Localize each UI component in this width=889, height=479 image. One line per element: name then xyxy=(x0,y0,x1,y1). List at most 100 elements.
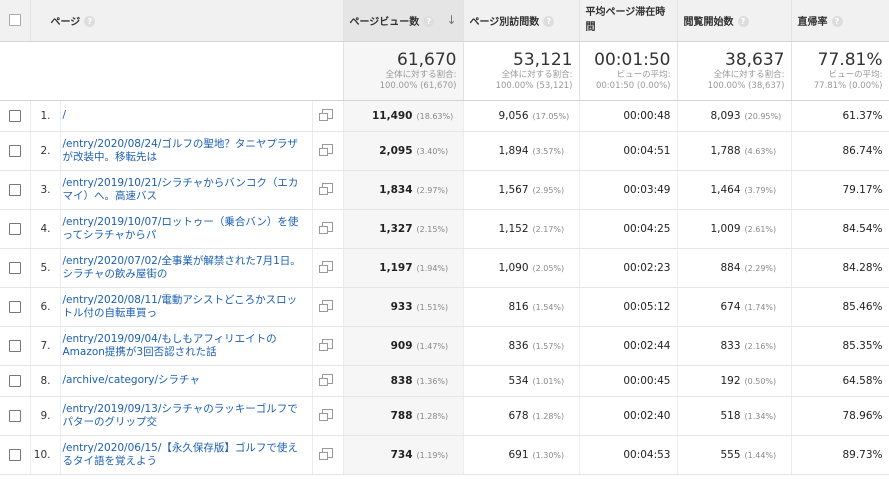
avg-time-cell: 00:00:48 xyxy=(579,100,678,132)
open-in-new-window-icon[interactable] xyxy=(319,144,333,156)
open-in-new-window-icon[interactable] xyxy=(319,374,333,386)
row-checkbox-cell[interactable] xyxy=(0,131,31,171)
avg-time-cell: 00:00:45 xyxy=(579,365,678,397)
help-icon[interactable]: ? xyxy=(831,16,843,28)
entrances-cell: 192 (0.50%) xyxy=(677,365,792,397)
open-page-cell[interactable] xyxy=(312,396,344,436)
open-page-cell[interactable] xyxy=(312,365,344,397)
open-in-new-window-icon[interactable] xyxy=(319,448,333,460)
row-checkbox[interactable] xyxy=(8,109,21,122)
col-pageviews-header[interactable]: ページビュー数? ↓ xyxy=(343,0,464,42)
page-path-cell: /entry/2020/08/11/電動アシストどころかスロットル付の自転車買っ xyxy=(60,287,313,327)
page-path-cell: /entry/2019/09/04/もしもアフィリエイトのAmazon提携が3回… xyxy=(60,326,313,366)
open-page-cell[interactable] xyxy=(312,326,344,366)
unique-percent: (1.54%) xyxy=(532,302,565,312)
header-select-all[interactable] xyxy=(0,0,31,42)
row-checkbox-cell[interactable] xyxy=(0,100,31,132)
open-page-cell[interactable] xyxy=(312,287,344,327)
unique-pageviews-cell: 1,090 (2.05%) xyxy=(463,248,580,288)
row-rank: 5. xyxy=(30,248,61,288)
row-checkbox[interactable] xyxy=(8,409,21,422)
page-path-cell: /entry/2020/08/24/ゴルフの聖地？タニヤプラザが改装中。移転先は xyxy=(60,131,313,171)
sort-desc-icon[interactable]: ↓ xyxy=(446,13,456,27)
col-unique-pageviews-header[interactable]: ページ別訪問数? xyxy=(463,0,580,42)
unique-pageviews-cell: 1,152 (2.17%) xyxy=(463,209,580,249)
table-body: 1./ 11,490 (18.63%) 9,056 (17.05%) 00:00:48 8,… xyxy=(0,100,889,475)
page-path-link[interactable]: /entry/2020/07/02/全事業が解禁された7月1日。シラチャの飲み屋… xyxy=(63,255,308,281)
row-rank: 2. xyxy=(30,131,61,171)
select-all-checkbox[interactable] xyxy=(8,14,21,27)
page-path-link[interactable]: /entry/2019/09/13/シラチャのラッキーゴルフでパターのグリップ交 xyxy=(63,403,308,429)
row-checkbox-cell[interactable] xyxy=(0,170,31,210)
col-page-header[interactable]: ページ? xyxy=(30,0,344,42)
open-page-cell[interactable] xyxy=(312,131,344,171)
open-in-new-window-icon[interactable] xyxy=(319,222,333,234)
row-checkbox-cell[interactable] xyxy=(0,209,31,249)
header-row: ページ? ページビュー数? ↓ ページ別訪問数? 平均ページ滞在時間 閲覧開始数?… xyxy=(0,0,889,42)
bounce-rate-cell: 86.74% xyxy=(791,131,889,171)
page-path-link[interactable]: /entry/2020/06/15/【永久保存版】ゴルフで使えるタイ語を覚えよう xyxy=(63,442,308,468)
entrances-percent: (1.34%) xyxy=(744,411,777,421)
unique-percent: (3.57%) xyxy=(532,146,565,156)
open-page-cell[interactable] xyxy=(312,100,344,132)
unique-percent: (2.17%) xyxy=(532,224,565,234)
total-unique-pageviews: 53,121 全体に対する割合: 100.00% (53,121) xyxy=(463,41,580,101)
avg-time-cell: 00:02:23 xyxy=(579,248,678,288)
row-checkbox-cell[interactable] xyxy=(0,287,31,327)
row-rank: 10. xyxy=(30,435,61,475)
row-checkbox[interactable] xyxy=(8,183,21,196)
col-entrances-header[interactable]: 閲覧開始数? xyxy=(677,0,792,42)
pageviews-percent: (18.63%) xyxy=(416,111,454,121)
entrances-percent: (2.16%) xyxy=(744,341,777,351)
pageviews-cell: 1,327 (2.15%) xyxy=(343,209,464,249)
bounce-rate-cell: 85.46% xyxy=(791,287,889,327)
page-path-link[interactable]: /entry/2019/09/04/もしもアフィリエイトのAmazon提携が3回… xyxy=(63,333,308,359)
row-checkbox-cell[interactable] xyxy=(0,435,31,475)
page-path-link[interactable]: /archive/category/シラチャ xyxy=(63,374,308,387)
row-checkbox[interactable] xyxy=(8,300,21,313)
open-page-cell[interactable] xyxy=(312,209,344,249)
row-checkbox-cell[interactable] xyxy=(0,326,31,366)
pageviews-cell: 11,490 (18.63%) xyxy=(343,100,464,132)
help-icon[interactable]: ? xyxy=(737,16,749,28)
row-checkbox-cell[interactable] xyxy=(0,396,31,436)
page-path-link[interactable]: /entry/2019/10/21/シラチャからバンコク（エカマイ）へ。高速バス xyxy=(63,177,308,203)
open-page-cell[interactable] xyxy=(312,170,344,210)
row-checkbox[interactable] xyxy=(8,339,21,352)
page-path-link[interactable]: /entry/2020/08/11/電動アシストどころかスロットル付の自転車買っ xyxy=(63,294,308,320)
entrances-cell: 884 (2.29%) xyxy=(677,248,792,288)
col-bounce-header[interactable]: 直帰率? xyxy=(791,0,889,42)
open-in-new-window-icon[interactable] xyxy=(319,339,333,351)
row-checkbox-cell[interactable] xyxy=(0,248,31,288)
row-checkbox[interactable] xyxy=(8,448,21,461)
open-in-new-window-icon[interactable] xyxy=(319,183,333,195)
page-path-link[interactable]: /entry/2020/08/24/ゴルフの聖地？タニヤプラザが改装中。移転先は xyxy=(63,138,308,164)
open-page-cell[interactable] xyxy=(312,435,344,475)
row-checkbox-cell[interactable] xyxy=(0,365,31,397)
entrances-percent: (4.63%) xyxy=(744,146,777,156)
unique-percent: (17.05%) xyxy=(532,111,570,121)
pageviews-cell: 788 (1.28%) xyxy=(343,396,464,436)
page-path-cell: /entry/2020/07/02/全事業が解禁された7月1日。シラチャの飲み屋… xyxy=(60,248,313,288)
row-checkbox[interactable] xyxy=(8,222,21,235)
pageviews-percent: (1.28%) xyxy=(416,411,449,421)
help-icon[interactable]: ? xyxy=(543,16,555,28)
open-in-new-window-icon[interactable] xyxy=(319,409,333,421)
page-path-link[interactable]: /entry/2019/10/07/ロットゥー（乗合バン）を使ってシラチャからパ xyxy=(63,216,308,242)
table-row: 3./entry/2019/10/21/シラチャからバンコク（エカマイ）へ。高速… xyxy=(0,170,889,210)
total-avg-time: 00:01:50 ビューの平均: 00:01:50 (0.00%) xyxy=(579,41,678,101)
col-avg-time-header[interactable]: 平均ページ滞在時間 xyxy=(579,0,678,42)
unique-pageviews-cell: 1,894 (3.57%) xyxy=(463,131,580,171)
page-path-cell: /entry/2019/09/13/シラチャのラッキーゴルフでパターのグリップ交 xyxy=(60,396,313,436)
row-checkbox[interactable] xyxy=(8,374,21,387)
pageviews-cell: 1,197 (1.94%) xyxy=(343,248,464,288)
open-in-new-window-icon[interactable] xyxy=(319,300,333,312)
open-in-new-window-icon[interactable] xyxy=(319,261,333,273)
help-icon[interactable]: ? xyxy=(423,16,435,28)
open-in-new-window-icon[interactable] xyxy=(319,109,333,121)
open-page-cell[interactable] xyxy=(312,248,344,288)
row-checkbox[interactable] xyxy=(8,144,21,157)
row-checkbox[interactable] xyxy=(8,261,21,274)
page-path-link[interactable]: / xyxy=(63,109,308,122)
help-icon[interactable]: ? xyxy=(84,16,96,28)
